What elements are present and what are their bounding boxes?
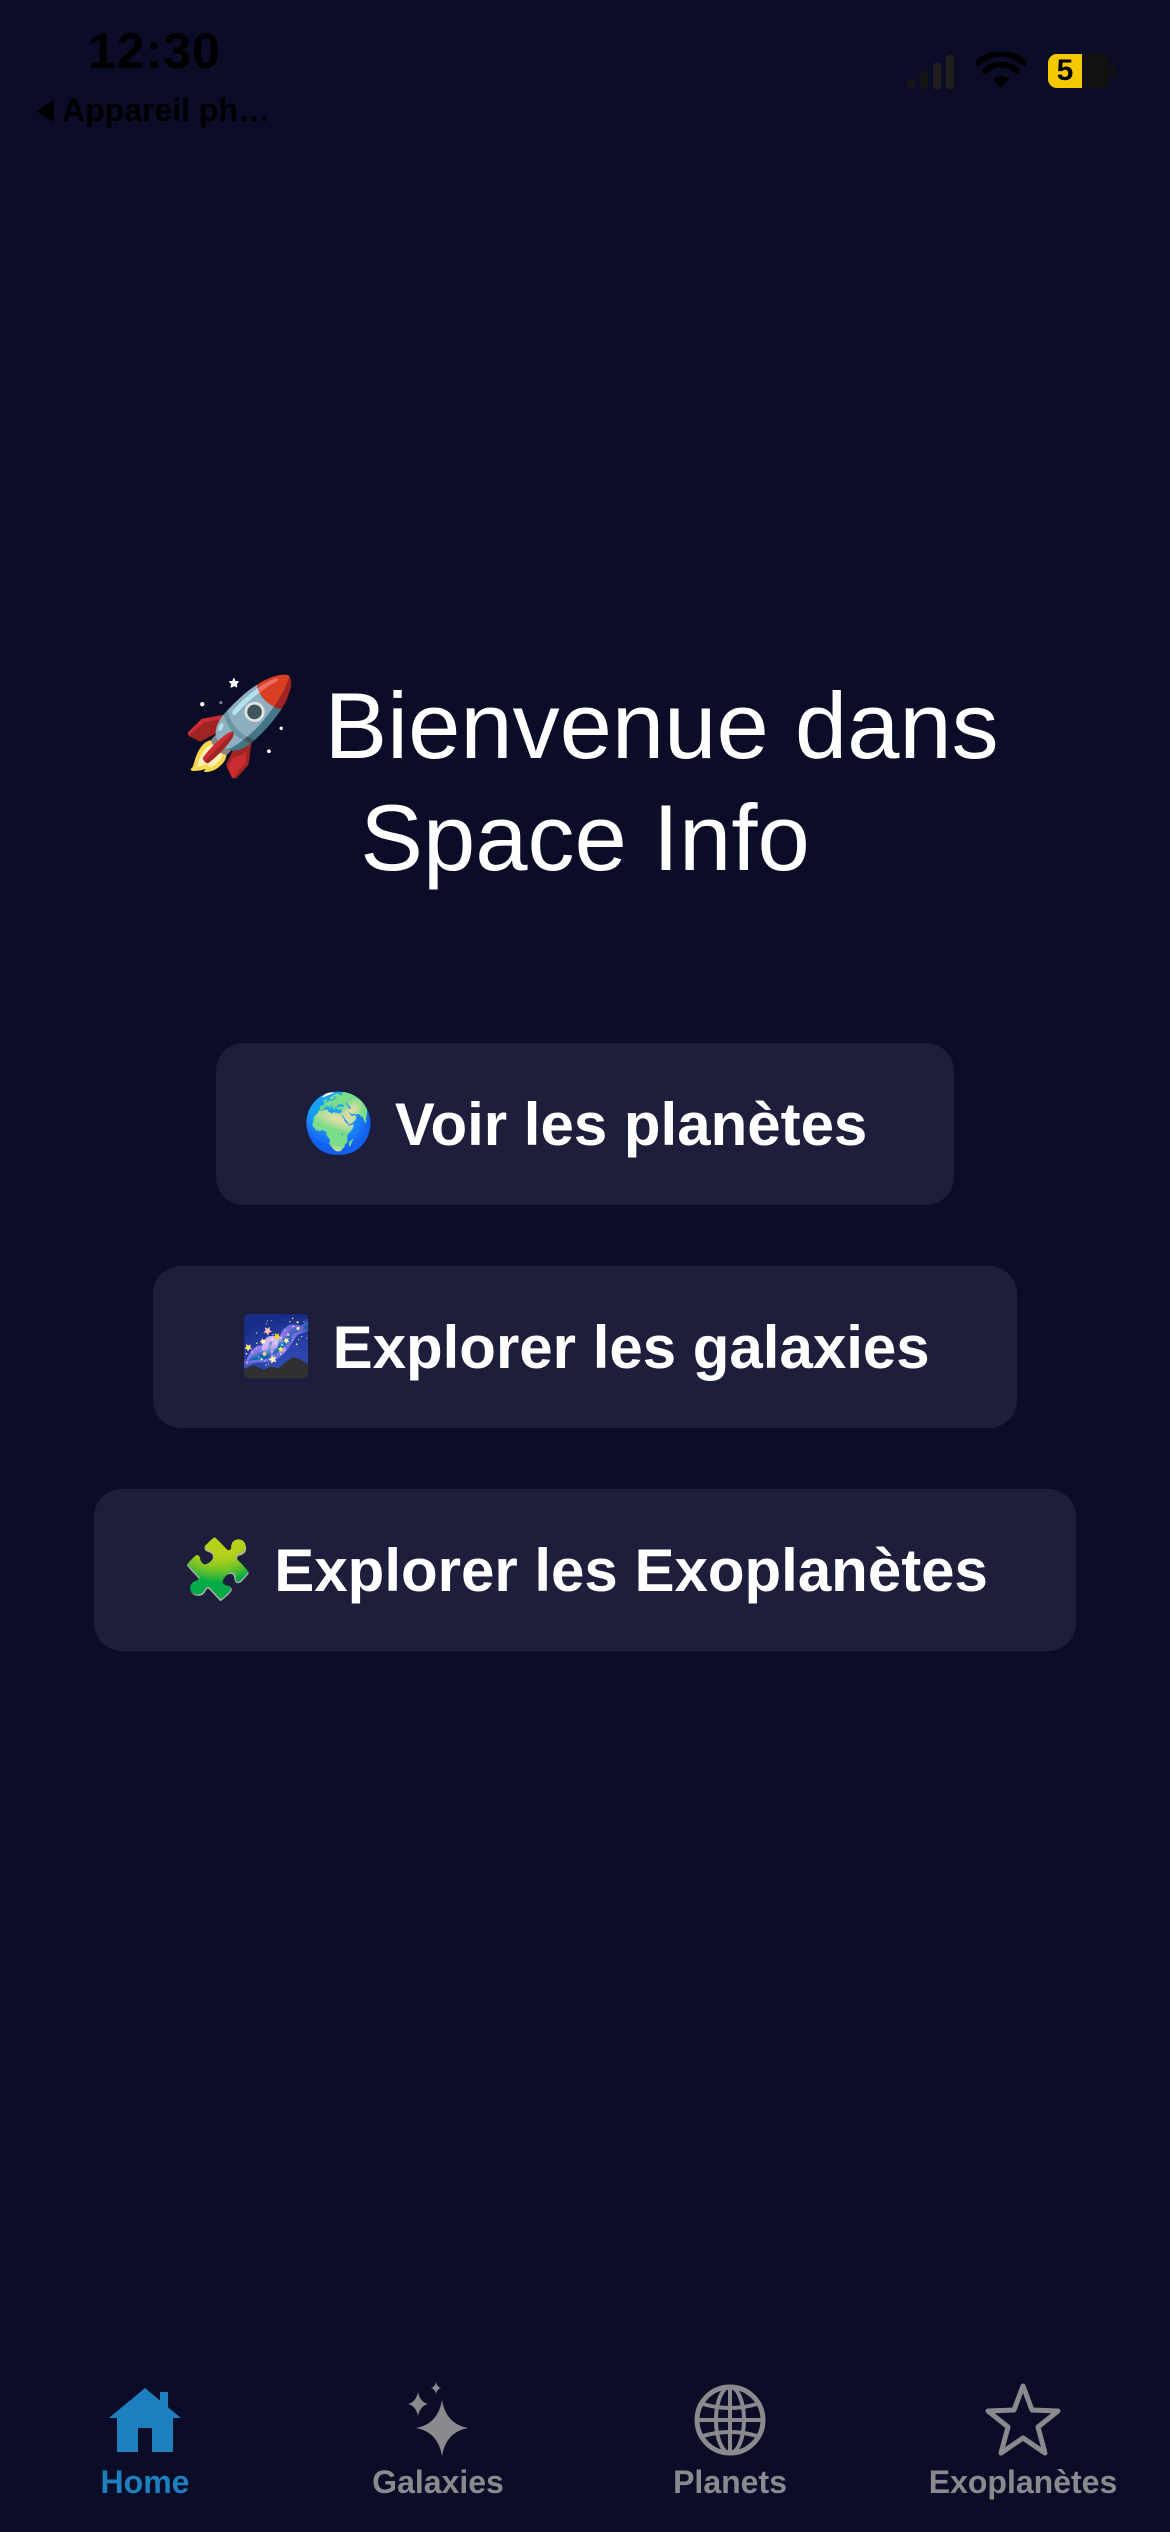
- cellular-signal-icon: [907, 53, 954, 89]
- milky-way-icon: 🌌: [240, 1314, 313, 1379]
- page-title: 🚀 Bienvenue dans Space Info: [0, 670, 1170, 894]
- tab-planets[interactable]: Planets: [600, 2380, 860, 2501]
- globe-icon: [694, 2384, 766, 2456]
- title-line-1: Bienvenue dans: [324, 673, 999, 778]
- star-icon: [985, 2383, 1061, 2456]
- tab-home[interactable]: Home: [15, 2380, 275, 2501]
- home-screen: 12:30 Appareil ph… 5 🚀 Bienvenue dans Sp…: [0, 0, 1170, 2532]
- tab-exoplanets[interactable]: Exoplanètes: [893, 2380, 1153, 2501]
- puzzle-piece-icon: 🧩: [182, 1537, 255, 1602]
- tab-galaxies[interactable]: Galaxies: [308, 2380, 568, 2501]
- house-icon: [109, 2388, 181, 2452]
- battery-level: 5: [1048, 54, 1082, 88]
- back-to-app-label: Appareil ph…: [62, 92, 271, 128]
- tab-exoplanets-label: Exoplanètes: [928, 2464, 1118, 2500]
- view-planets-button[interactable]: 🌍 Voir les planètes: [216, 1043, 954, 1205]
- title-line-2: Space Info: [360, 785, 810, 890]
- back-to-app-link[interactable]: Appareil ph…: [36, 92, 270, 129]
- explore-exoplanets-label: Explorer les Exoplanètes: [274, 1536, 988, 1604]
- status-time: 12:30: [88, 23, 221, 79]
- tab-bar: Home Galaxies Planets Exoplanètes: [0, 2370, 1170, 2532]
- explore-galaxies-button[interactable]: 🌌 Explorer les galaxies: [153, 1266, 1017, 1428]
- explore-galaxies-label: Explorer les galaxies: [332, 1313, 930, 1381]
- battery-icon: 5: [1048, 54, 1117, 88]
- earth-globe-icon: 🌍: [302, 1091, 375, 1156]
- view-planets-label: Voir les planètes: [394, 1090, 868, 1158]
- rocket-icon: 🚀: [181, 673, 299, 778]
- tab-galaxies-label: Galaxies: [372, 2464, 504, 2500]
- wifi-icon: [976, 52, 1026, 88]
- tab-planets-label: Planets: [673, 2464, 787, 2500]
- back-arrow-icon: [36, 99, 54, 122]
- explore-exoplanets-button[interactable]: 🧩 Explorer les Exoplanètes: [94, 1489, 1076, 1651]
- tab-home-label: Home: [100, 2464, 190, 2500]
- status-indicators: 5: [907, 52, 1117, 90]
- sparkles-icon: [408, 2382, 468, 2456]
